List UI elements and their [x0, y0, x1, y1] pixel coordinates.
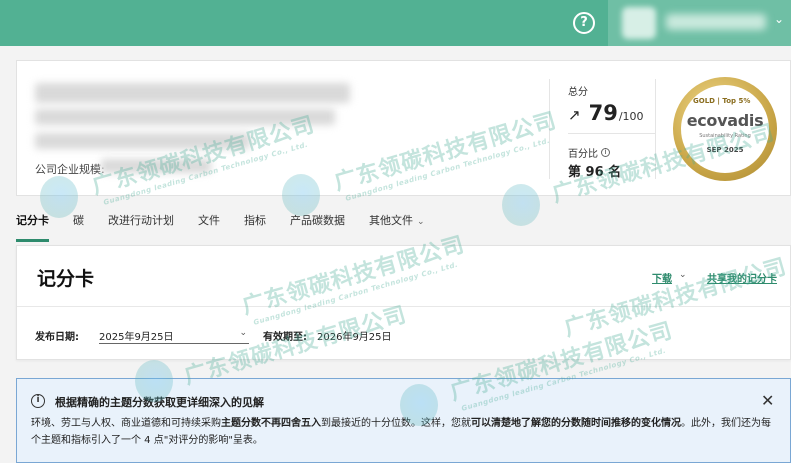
valid-until-label: 有效期至: [263, 332, 307, 343]
info-banner: i 根据精确的主题分数获取更详细深入的见解 ✕ 环境、劳工与人权、商业道德和可持… [16, 378, 791, 463]
banner-text: 环境、劳工与人权、商业道德和可持续采购 [31, 418, 221, 429]
medal-subtitle: Sustainability Rating [699, 133, 751, 139]
scorecard-panel: 记分卡 下载 ⌄ 共享我的记分卡 发布日期: 2025年9月25日 ⌄ 有效期至… [16, 245, 791, 360]
chevron-down-icon[interactable]: ⌄ [679, 270, 687, 280]
company-name-redacted [35, 83, 350, 103]
tab-other-documents-label: 其他文件 [369, 214, 413, 227]
banner-text-bold: 主题分数不再四舍五入 [221, 418, 321, 429]
top-bar: ? ⌄ [0, 0, 791, 46]
banner-text: 到最接近的十分位数。这样，您就 [321, 418, 471, 429]
medal-date: SEP 2025 [706, 146, 744, 154]
info-icon[interactable]: i [601, 148, 610, 157]
banner-title: 根据精确的主题分数获取更详细深入的见解 [55, 396, 264, 409]
company-card: 公司企业规模: 总分 ↗ 79 /100 百分比 i 第 96 名 GOLD |… [16, 60, 791, 196]
score-row: ↗ 79 /100 [568, 101, 644, 125]
user-menu[interactable]: ⌄ [608, 0, 791, 46]
share-scorecard-link[interactable]: 共享我的记分卡 [707, 270, 777, 285]
divider [17, 306, 791, 307]
tab-documents[interactable]: 文件 [198, 212, 220, 242]
arrow-up-right-icon: ↗ [568, 106, 581, 124]
page-title: 记分卡 [37, 268, 95, 290]
help-icon[interactable]: ? [573, 12, 595, 34]
divider [655, 79, 656, 179]
registration-value-redacted [101, 159, 211, 173]
tab-other-documents[interactable]: 其他文件 ⌄ [369, 212, 425, 242]
avatar [622, 7, 656, 39]
user-name-redacted [666, 14, 766, 30]
tab-indicators[interactable]: 指标 [244, 212, 266, 242]
info-icon: i [31, 394, 45, 408]
tab-carbon[interactable]: 碳 [73, 212, 84, 242]
banner-body: 环境、劳工与人权、商业道德和可持续采购主题分数不再四舍五入到最接近的十分位数。这… [31, 415, 771, 449]
company-detail-redacted [35, 133, 250, 149]
banner-text-bold: 可以清楚地了解您的分数随时间推移的变化情况 [471, 418, 681, 429]
percentile-value: 第 96 名 [568, 165, 622, 180]
tab-scorecard[interactable]: 记分卡 [16, 212, 49, 242]
percentile-label-text: 百分比 [568, 149, 598, 160]
score-label: 总分 [568, 87, 588, 98]
company-address-redacted [35, 109, 335, 125]
chevron-down-icon: ⌄ [417, 217, 425, 227]
medal-brand: ecovadis [686, 111, 764, 130]
chevron-down-icon: ⌄ [239, 328, 247, 338]
score-value: 79 [588, 101, 618, 125]
divider [568, 133, 656, 134]
ecovadis-medal: GOLD | Top 5% ecovadis Sustainability Ra… [673, 77, 777, 181]
publish-date-select[interactable]: 2025年9月25日 ⌄ [99, 324, 249, 344]
percentile-label: 百分比 i [568, 145, 610, 160]
registration-label: 公司企业规模: [35, 163, 105, 176]
publish-date-label: 发布日期: [35, 332, 79, 343]
tab-action-plan[interactable]: 改进行动计划 [108, 212, 174, 242]
score-total: /100 [618, 110, 644, 123]
publish-date-value: 2025年9月25日 [99, 332, 174, 343]
tab-product-carbon[interactable]: 产品碳数据 [290, 212, 345, 242]
chevron-down-icon[interactable]: ⌄ [774, 12, 784, 26]
medal-top-text: GOLD | Top 5% [693, 97, 751, 105]
tab-bar: 记分卡 碳 改进行动计划 文件 指标 产品碳数据 其他文件 ⌄ [16, 212, 449, 242]
close-icon[interactable]: ✕ [761, 391, 774, 410]
download-button[interactable]: 下载 [652, 270, 672, 285]
divider [549, 79, 550, 179]
valid-until-value: 2026年9月25日 [317, 332, 392, 343]
